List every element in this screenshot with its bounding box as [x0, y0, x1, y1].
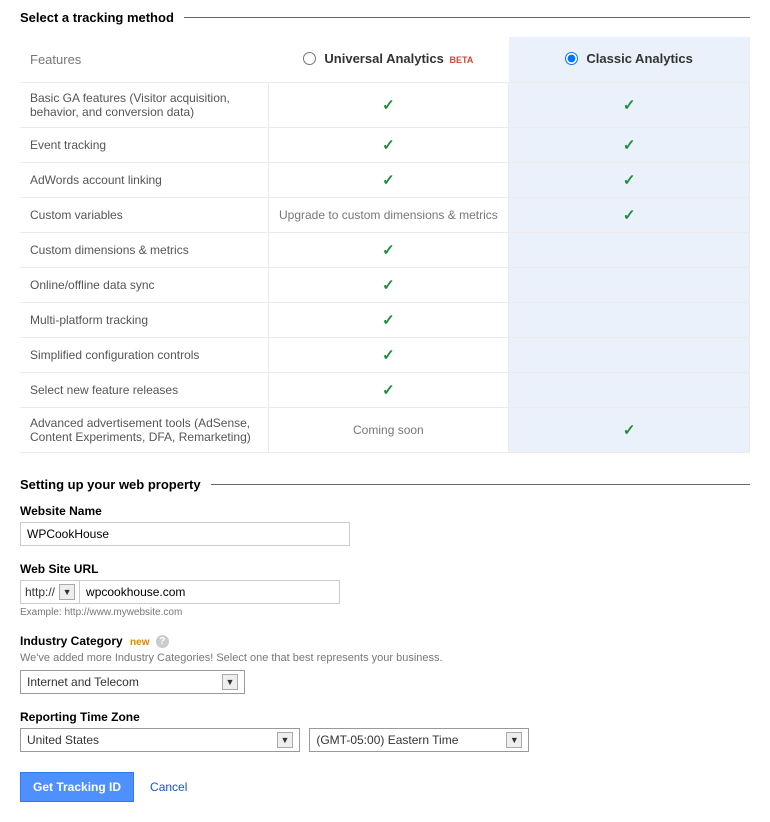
industry-select[interactable]: Internet and Telecom ▼: [20, 670, 245, 694]
feature-table: Features Universal Analytics BETA Classi…: [20, 37, 750, 453]
tz-country-value: United States: [27, 733, 99, 747]
feature-label: Custom variables: [20, 198, 268, 233]
table-row: Event tracking ✓ ✓: [20, 128, 750, 163]
ca-cell: ✓: [509, 198, 750, 233]
table-row: Select new feature releases ✓: [20, 373, 750, 408]
table-row: Online/offline data sync ✓: [20, 268, 750, 303]
ua-cell: ✓: [268, 128, 509, 163]
industry-label: Industry Category new ?: [20, 634, 750, 648]
new-badge: new: [130, 637, 149, 648]
table-row: Basic GA features (Visitor acquisition, …: [20, 83, 750, 128]
check-icon: ✓: [382, 242, 395, 259]
feature-label: Event tracking: [20, 128, 268, 163]
features-col-header: Features: [20, 37, 268, 83]
help-icon[interactable]: ?: [156, 635, 169, 648]
feature-label: Basic GA features (Visitor acquisition, …: [20, 83, 268, 128]
feature-label: Simplified configuration controls: [20, 338, 268, 373]
chevron-down-icon: ▼: [277, 732, 293, 748]
ua-cell: Coming soon: [268, 408, 509, 453]
ca-cell: [509, 338, 750, 373]
table-row: AdWords account linking ✓ ✓: [20, 163, 750, 198]
classic-radio[interactable]: [565, 52, 578, 65]
protocol-value: http://: [25, 585, 55, 599]
get-tracking-id-button[interactable]: Get Tracking ID: [20, 772, 134, 802]
tz-value: (GMT-05:00) Eastern Time: [316, 733, 458, 747]
table-row: Custom dimensions & metrics ✓: [20, 233, 750, 268]
property-header: Setting up your web property: [20, 477, 750, 492]
ua-cell: ✓: [268, 268, 509, 303]
ua-cell: ✓: [268, 303, 509, 338]
universal-label: Universal Analytics: [324, 51, 443, 66]
check-icon: ✓: [382, 137, 395, 154]
check-icon: ✓: [623, 137, 636, 154]
url-hint: Example: http://www.mywebsite.com: [20, 607, 750, 618]
check-icon: ✓: [623, 422, 636, 439]
check-icon: ✓: [382, 312, 395, 329]
website-url-input[interactable]: [80, 580, 340, 604]
table-row: Advanced advertisement tools (AdSense, C…: [20, 408, 750, 453]
universal-radio[interactable]: [303, 52, 316, 65]
website-url-group: Web Site URL http:// ▼ Example: http://w…: [20, 562, 750, 618]
check-icon: ✓: [623, 207, 636, 224]
tracking-header: Select a tracking method: [20, 10, 750, 25]
tz-country-select[interactable]: United States ▼: [20, 728, 300, 752]
check-icon: ✓: [623, 97, 636, 114]
ca-cell: ✓: [509, 163, 750, 198]
industry-value: Internet and Telecom: [27, 675, 139, 689]
actions-row: Get Tracking ID Cancel: [20, 772, 750, 802]
website-url-label: Web Site URL: [20, 562, 750, 576]
check-icon: ✓: [382, 97, 395, 114]
ua-cell: ✓: [268, 338, 509, 373]
ca-cell: ✓: [509, 408, 750, 453]
beta-badge: BETA: [450, 55, 474, 65]
industry-desc: We've added more Industry Categories! Se…: [20, 652, 750, 664]
ua-cell: ✓: [268, 83, 509, 128]
chevron-down-icon: ▼: [222, 674, 238, 690]
feature-label: Custom dimensions & metrics: [20, 233, 268, 268]
check-icon: ✓: [382, 382, 395, 399]
ca-cell: [509, 303, 750, 338]
ca-cell: [509, 268, 750, 303]
tracking-title: Select a tracking method: [20, 10, 184, 25]
industry-group: Industry Category new ? We've added more…: [20, 634, 750, 694]
check-icon: ✓: [382, 277, 395, 294]
timezone-group: Reporting Time Zone United States ▼ (GMT…: [20, 710, 750, 752]
divider: [211, 484, 750, 485]
ca-cell: ✓: [509, 83, 750, 128]
check-icon: ✓: [623, 172, 636, 189]
cancel-link[interactable]: Cancel: [150, 780, 187, 794]
universal-col-header[interactable]: Universal Analytics BETA: [268, 37, 509, 83]
table-row: Custom variablesUpgrade to custom dimens…: [20, 198, 750, 233]
check-icon: ✓: [382, 172, 395, 189]
check-icon: ✓: [382, 347, 395, 364]
timezone-label: Reporting Time Zone: [20, 710, 750, 724]
property-title: Setting up your web property: [20, 477, 211, 492]
feature-label: Online/offline data sync: [20, 268, 268, 303]
ca-cell: [509, 373, 750, 408]
tz-value-select[interactable]: (GMT-05:00) Eastern Time ▼: [309, 728, 529, 752]
website-name-group: Website Name: [20, 504, 750, 546]
website-name-label: Website Name: [20, 504, 750, 518]
table-row: Multi-platform tracking ✓: [20, 303, 750, 338]
feature-label: Advanced advertisement tools (AdSense, C…: [20, 408, 268, 453]
ua-cell: ✓: [268, 373, 509, 408]
website-name-input[interactable]: [20, 522, 350, 546]
ca-cell: ✓: [509, 128, 750, 163]
chevron-down-icon: ▼: [506, 732, 522, 748]
ua-cell: ✓: [268, 233, 509, 268]
protocol-select[interactable]: http:// ▼: [20, 580, 80, 604]
ua-cell: Upgrade to custom dimensions & metrics: [268, 198, 509, 233]
divider: [184, 17, 750, 18]
feature-label: Multi-platform tracking: [20, 303, 268, 338]
table-row: Simplified configuration controls ✓: [20, 338, 750, 373]
chevron-down-icon: ▼: [59, 584, 75, 600]
feature-label: AdWords account linking: [20, 163, 268, 198]
feature-label: Select new feature releases: [20, 373, 268, 408]
classic-col-header[interactable]: Classic Analytics: [509, 37, 750, 83]
ca-cell: [509, 233, 750, 268]
classic-label: Classic Analytics: [586, 51, 692, 66]
ua-cell: ✓: [268, 163, 509, 198]
